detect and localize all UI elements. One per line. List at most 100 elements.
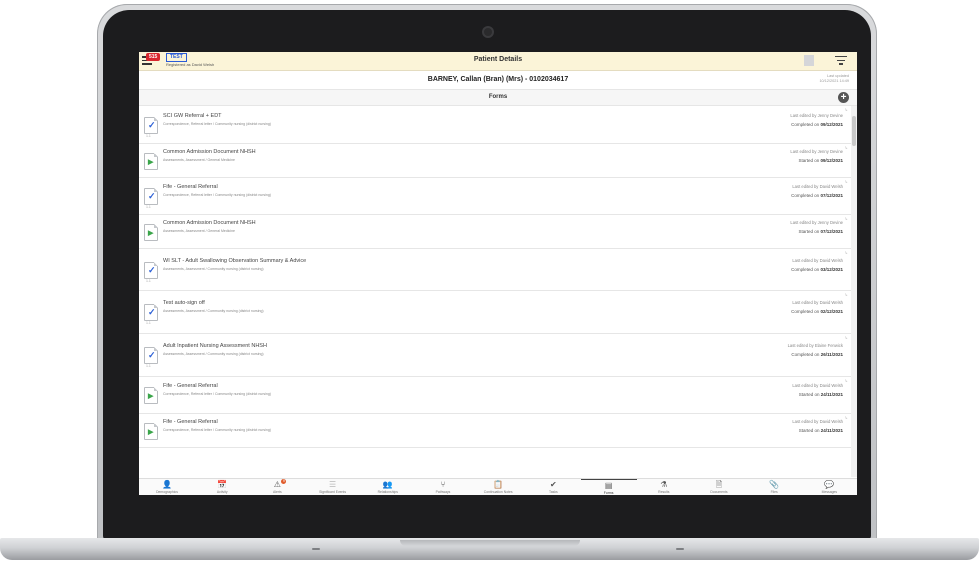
tab-label: Continuation Notes xyxy=(483,490,513,494)
tab-forms[interactable]: ▤ Forms xyxy=(580,479,637,495)
tab-activity[interactable]: 📅 Activity xyxy=(194,479,250,495)
row-corner-arrow-icon: ↳ xyxy=(844,378,848,383)
in-progress-play-icon: ▶ xyxy=(148,393,154,400)
form-status-date: 24/11/2021 xyxy=(820,392,843,397)
form-document-icon: ▶ xyxy=(144,224,158,241)
form-status: Completed on 26/11/2021 xyxy=(791,352,843,357)
form-status: Started on 09/12/2021 xyxy=(798,158,843,163)
form-row[interactable]: ✓ 1.1 WI SLT - Adult Swallowing Observat… xyxy=(139,249,851,291)
in-progress-play-icon: ▶ xyxy=(148,230,154,237)
form-status-date: 07/12/2021 xyxy=(820,229,843,234)
row-corner-arrow-icon: ↳ xyxy=(844,216,848,221)
form-status-prefix: Started on xyxy=(798,158,820,163)
tab-results[interactable]: ⚗ Results xyxy=(636,479,692,495)
form-document-icon: ▶ xyxy=(144,153,158,170)
form-status: Completed on 03/12/2021 xyxy=(791,267,843,272)
list-icon: ☰ xyxy=(329,480,337,489)
form-last-edited: Last edited by Jenny Devine xyxy=(790,149,843,154)
form-title: Fife - General Referral xyxy=(163,419,218,425)
form-category: Correspondence, Referral letter / Commun… xyxy=(163,392,271,396)
form-status-prefix: Started on xyxy=(798,392,820,397)
page-title: Patient Details xyxy=(473,56,523,63)
form-last-edited: Last edited by David Welsh xyxy=(792,258,843,263)
tab-continuation-notes[interactable]: 📋 Continuation Notes xyxy=(470,479,526,495)
form-last-edited: Last edited by Jenny Devine xyxy=(790,113,843,118)
form-category: Assessments, Assessment / Community nurs… xyxy=(163,352,264,356)
tab-significant-events[interactable]: ☰ Significant Events xyxy=(305,479,361,495)
person-icon: 👤 xyxy=(162,480,172,489)
form-row[interactable]: ▶ Fife - General Referral Correspondence… xyxy=(139,414,851,448)
tab-label: Significant Events xyxy=(319,490,347,494)
form-version: 1.1 xyxy=(146,134,151,138)
row-corner-arrow-icon: ↳ xyxy=(844,107,848,112)
form-row[interactable]: ▶ Common Admission Document NHSH Assessm… xyxy=(139,144,851,178)
forms-scrollbar[interactable] xyxy=(851,106,857,477)
in-progress-play-icon: ▶ xyxy=(148,159,154,166)
form-version: 1.1 xyxy=(146,279,151,283)
tab-pathways[interactable]: ⑂ Pathways xyxy=(415,479,471,495)
add-form-button[interactable]: + xyxy=(838,92,849,103)
form-category: Correspondence, Referral letter / Commun… xyxy=(163,193,271,197)
scrollbar-thumb[interactable] xyxy=(852,116,856,146)
patient-banner: BARNEY, Callan (Bran) (Mrs) - 0102034617… xyxy=(139,71,857,90)
form-status: Started on 24/11/2021 xyxy=(799,392,843,397)
warning-icon: ⚠ xyxy=(273,480,281,489)
form-document-icon: ✓ xyxy=(144,188,158,205)
form-status-date: 03/12/2021 xyxy=(820,267,843,272)
pathway-icon: ⑂ xyxy=(440,480,446,489)
form-status-prefix: Completed on xyxy=(791,309,820,314)
form-title: Adult Inpatient Nursing Assessment NHSH xyxy=(163,343,267,349)
form-status-date: 09/12/2021 xyxy=(820,122,843,127)
form-row[interactable]: ✓ 1.1 Test auto-sign off Assessments, As… xyxy=(139,291,851,334)
form-last-edited: Last edited by David Welsh xyxy=(792,300,843,305)
form-last-edited: Last edited by Elaine Fenwick xyxy=(787,343,843,348)
form-category: Correspondence, Referral letter / Commun… xyxy=(163,122,271,126)
tab-label: Messages xyxy=(821,490,838,494)
form-row[interactable]: ▶ Fife - General Referral Correspondence… xyxy=(139,377,851,414)
completed-check-icon: ✓ xyxy=(148,307,156,317)
form-document-icon: ▶ xyxy=(144,423,158,440)
form-status-prefix: Completed on xyxy=(791,352,820,357)
tab-documents[interactable]: 🗎 Documents xyxy=(691,479,747,495)
tab-files[interactable]: 📎 Files xyxy=(746,479,802,495)
form-row[interactable]: ✓ 1.1 Adult Inpatient Nursing Assessment… xyxy=(139,334,851,377)
form-last-edited: Last edited by David Welsh xyxy=(792,419,843,424)
form-title: Fife - General Referral xyxy=(163,184,218,190)
form-row[interactable]: ✓ 1.1 SCI GW Referral + EDT Corresponden… xyxy=(139,106,851,144)
form-status-date: 09/12/2021 xyxy=(820,158,843,163)
tab-label: Tasks xyxy=(549,490,558,494)
form-status-prefix: Completed on xyxy=(791,267,820,272)
form-status: Started on 07/12/2021 xyxy=(798,229,843,234)
last-updated-value: 10/12/2021 14:49 xyxy=(819,79,849,83)
tab-demographics[interactable]: 👤 Demographics xyxy=(139,479,195,495)
form-row[interactable]: ✓ 1.1 Fife - General Referral Correspond… xyxy=(139,178,851,215)
paperclip-icon: 📎 xyxy=(769,480,780,489)
form-title: WI SLT - Adult Swallowing Observation Su… xyxy=(163,258,307,264)
form-title: Test auto-sign off xyxy=(163,300,205,306)
form-category: Assessments, Assessment / General Medici… xyxy=(163,158,235,162)
row-corner-arrow-icon: ↳ xyxy=(844,145,848,150)
tab-alerts[interactable]: ⚠ Alerts 9 xyxy=(249,479,305,495)
people-icon: 👥 xyxy=(382,480,393,489)
completed-check-icon: ✓ xyxy=(148,120,156,130)
form-version: 1.1 xyxy=(146,205,151,209)
forms-title: Forms xyxy=(488,94,508,100)
task-check-icon: ✔ xyxy=(550,480,557,489)
filter-icon[interactable] xyxy=(835,56,847,66)
in-progress-play-icon: ▶ xyxy=(148,429,154,436)
completed-check-icon: ✓ xyxy=(148,191,156,201)
tab-label: Alerts xyxy=(273,490,282,494)
form-status: Completed on 09/12/2021 xyxy=(791,122,843,127)
form-category: Assessments, Assessment / General Medici… xyxy=(163,229,235,233)
form-status-date: 26/11/2021 xyxy=(820,352,843,357)
form-row[interactable]: ▶ Common Admission Document NHSH Assessm… xyxy=(139,215,851,249)
tab-tasks[interactable]: ✔ Tasks xyxy=(525,479,581,495)
tab-relationships[interactable]: 👥 Relationships xyxy=(360,479,416,495)
form-status: Completed on 07/12/2021 xyxy=(791,193,843,198)
tab-messages[interactable]: 💬 Messages xyxy=(801,479,857,495)
forms-icon: ▤ xyxy=(604,481,613,490)
form-version: 1.1 xyxy=(146,321,151,325)
form-status-prefix: Started on xyxy=(798,428,820,433)
layout-icon[interactable] xyxy=(804,55,814,66)
completed-check-icon: ✓ xyxy=(148,265,156,275)
